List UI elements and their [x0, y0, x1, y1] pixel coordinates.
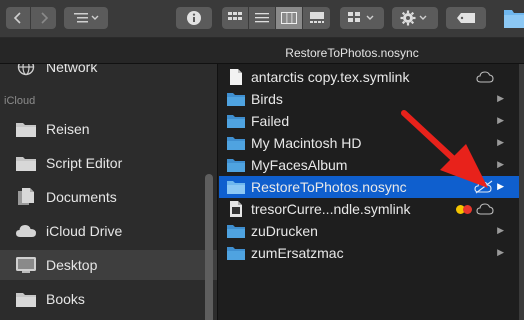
- list-item[interactable]: antarctis copy.tex.symlink: [219, 66, 524, 88]
- file-name: zuDrucken: [251, 223, 318, 239]
- cloud-icon: [14, 221, 38, 241]
- folder-icon: [14, 289, 38, 309]
- chevron-right-icon: ▶: [497, 181, 504, 191]
- columns-icon: [281, 12, 297, 24]
- sidebar-item-label: Network: [46, 64, 98, 75]
- folder-icon: [225, 134, 247, 152]
- folder-icon: [225, 112, 247, 130]
- sidebar-item-label: iCloud Drive: [46, 223, 123, 239]
- file-list: antarctis copy.tex.symlink Birds ▶ Faile…: [219, 64, 524, 320]
- sidebar-section-heading: iCloud: [4, 95, 36, 107]
- sidebar-item-network[interactable]: Network: [0, 64, 217, 82]
- file-name: MyFacesAlbum: [251, 157, 348, 173]
- sidebar-item-label: Script Editor: [46, 155, 123, 171]
- group-by-button[interactable]: [64, 7, 108, 29]
- sidebar-item-script-editor[interactable]: Script Editor: [0, 148, 217, 178]
- cloud-slash-icon: [474, 180, 493, 194]
- sidebar-item-reisen[interactable]: Reisen: [0, 114, 217, 144]
- path-bar: RestoreToPhotos.nosync: [0, 38, 524, 64]
- tag-icon: [457, 13, 475, 23]
- grid-icon: [228, 12, 242, 20]
- folder-icon: [14, 153, 38, 173]
- file-name: antarctis copy.tex.symlink: [251, 69, 410, 85]
- chevron-left-icon: [13, 12, 21, 24]
- chevron-right-icon: ▶: [497, 115, 504, 125]
- action-button[interactable]: [392, 7, 438, 29]
- list-item-selected[interactable]: RestoreToPhotos.nosync ▶: [219, 176, 524, 198]
- list-item[interactable]: My Macintosh HD ▶: [219, 132, 524, 154]
- gallery-icon: [309, 12, 324, 23]
- sidebar-item-label: Reisen: [46, 121, 90, 137]
- list-item[interactable]: MyFacesAlbum ▶: [219, 154, 524, 176]
- list-item[interactable]: Birds ▶: [219, 88, 524, 110]
- chevron-right-icon: ▶: [497, 247, 504, 257]
- arrange-grid-icon: [348, 12, 374, 22]
- icon-view-button[interactable]: [222, 7, 249, 29]
- tag-dots: [456, 205, 472, 214]
- folder-icon: [504, 10, 524, 28]
- sidebar-item-label: Desktop: [46, 257, 98, 273]
- chevron-right-icon: ▶: [497, 137, 504, 147]
- column-view-button[interactable]: [276, 7, 303, 29]
- folder-icon: [225, 178, 247, 196]
- desktop-icon: [14, 255, 38, 275]
- info-button[interactable]: [176, 7, 212, 29]
- cloud-icon: [476, 71, 494, 83]
- file-name: zumErsatzmac: [251, 245, 344, 261]
- window-title: RestoreToPhotos.nosync: [285, 46, 419, 60]
- folder-icon: [225, 90, 247, 108]
- view-mode-control: [222, 7, 330, 29]
- file-name: My Macintosh HD: [251, 135, 362, 151]
- sidebar: Network iCloud Reisen Script Editor Docu…: [0, 64, 218, 320]
- file-name: RestoreToPhotos.nosync: [251, 179, 407, 195]
- gear-icon: [400, 10, 427, 26]
- file-name: tresorCurre...ndle.symlink: [251, 201, 411, 217]
- sidebar-item-documents[interactable]: Documents: [0, 182, 217, 212]
- gallery-view-button[interactable]: [303, 7, 330, 29]
- folder-icon: [225, 156, 247, 174]
- globe-icon: [14, 64, 38, 77]
- column-divider[interactable]: [519, 64, 524, 320]
- list-item[interactable]: Failed ▶: [219, 110, 524, 132]
- arrange-button[interactable]: [340, 7, 384, 29]
- toolbar: [0, 0, 524, 38]
- document-icon: [225, 68, 247, 86]
- sidebar-item-label: Books: [46, 291, 85, 307]
- sidebar-scrollbar[interactable]: [205, 174, 213, 320]
- sidebar-item-icloud-drive[interactable]: iCloud Drive: [0, 216, 217, 246]
- nav-buttons: [6, 7, 56, 29]
- cloud-icon: [476, 203, 494, 215]
- list-item[interactable]: zumErsatzmac ▶: [219, 242, 524, 264]
- list-item[interactable]: zuDrucken ▶: [219, 220, 524, 242]
- list-group-icon: [74, 13, 99, 23]
- chevron-right-icon: ▶: [497, 93, 504, 103]
- file-name: Birds: [251, 91, 283, 107]
- list-view-button[interactable]: [249, 7, 276, 29]
- sidebar-item-label: Documents: [46, 189, 117, 205]
- folder-icon: [225, 222, 247, 240]
- list-item[interactable]: tresorCurre...ndle.symlink: [219, 198, 524, 220]
- chevron-right-icon: [40, 12, 48, 24]
- info-icon: [187, 11, 201, 25]
- folder-icon: [14, 119, 38, 139]
- list-icon: [255, 13, 269, 23]
- sidebar-item-desktop[interactable]: Desktop: [0, 250, 217, 280]
- file-name: Failed: [251, 113, 290, 129]
- tag-red: [463, 205, 472, 214]
- chevron-right-icon: ▶: [497, 225, 504, 235]
- back-button[interactable]: [6, 7, 31, 29]
- document-icon: [14, 187, 38, 207]
- sidebar-item-books[interactable]: Books: [0, 284, 217, 314]
- chevron-right-icon: ▶: [497, 159, 504, 169]
- forward-button[interactable]: [31, 7, 56, 29]
- folder-icon: [225, 244, 247, 262]
- document-icon: [225, 200, 247, 218]
- tags-button[interactable]: [446, 7, 486, 29]
